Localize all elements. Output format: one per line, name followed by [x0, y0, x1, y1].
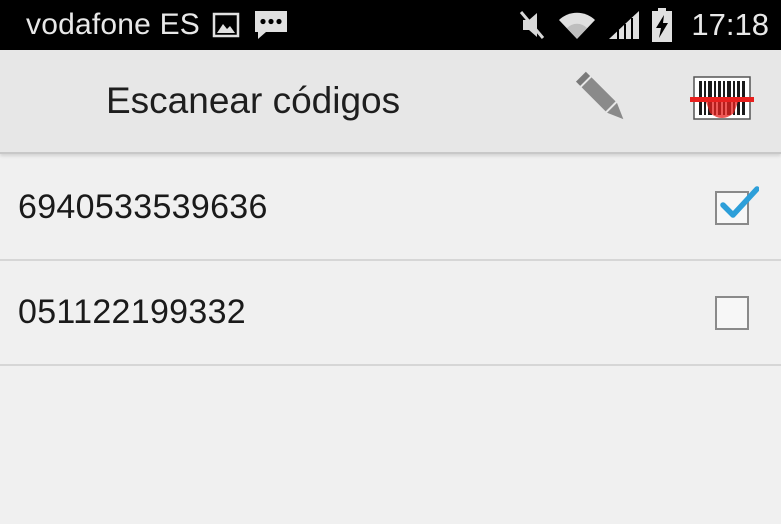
- status-left: vodafone ES: [26, 8, 517, 42]
- check-icon: [720, 185, 759, 218]
- list-item[interactable]: 6940533539636: [0, 156, 781, 261]
- status-bar: vodafone ES 17:18: [0, 0, 781, 50]
- chat-notification-icon: [252, 8, 290, 42]
- checkbox-checked[interactable]: [715, 185, 759, 225]
- checkbox-unchecked[interactable]: [715, 295, 749, 330]
- signal-icon: [607, 9, 641, 41]
- code-value: 051122199332: [18, 293, 246, 331]
- action-bar: Escanear códigos: [0, 50, 781, 154]
- status-right: 17:18: [517, 7, 769, 43]
- edit-button[interactable]: [566, 70, 634, 134]
- list-item[interactable]: 051122199332: [0, 261, 781, 366]
- pencil-icon: [570, 70, 630, 135]
- code-value: 6940533539636: [18, 188, 268, 226]
- clock: 17:18: [691, 7, 769, 42]
- wifi-icon: [557, 9, 597, 41]
- image-notification-icon: [212, 12, 240, 38]
- page-title: Escanear códigos: [106, 80, 401, 121]
- battery-charging-icon: [651, 7, 673, 43]
- barcode-scan-icon: [690, 73, 754, 136]
- carrier-name: vodafone ES: [26, 8, 200, 41]
- scan-barcode-button[interactable]: [686, 72, 758, 136]
- mute-icon: [517, 8, 547, 42]
- code-list: 6940533539636 051122199332: [0, 156, 781, 366]
